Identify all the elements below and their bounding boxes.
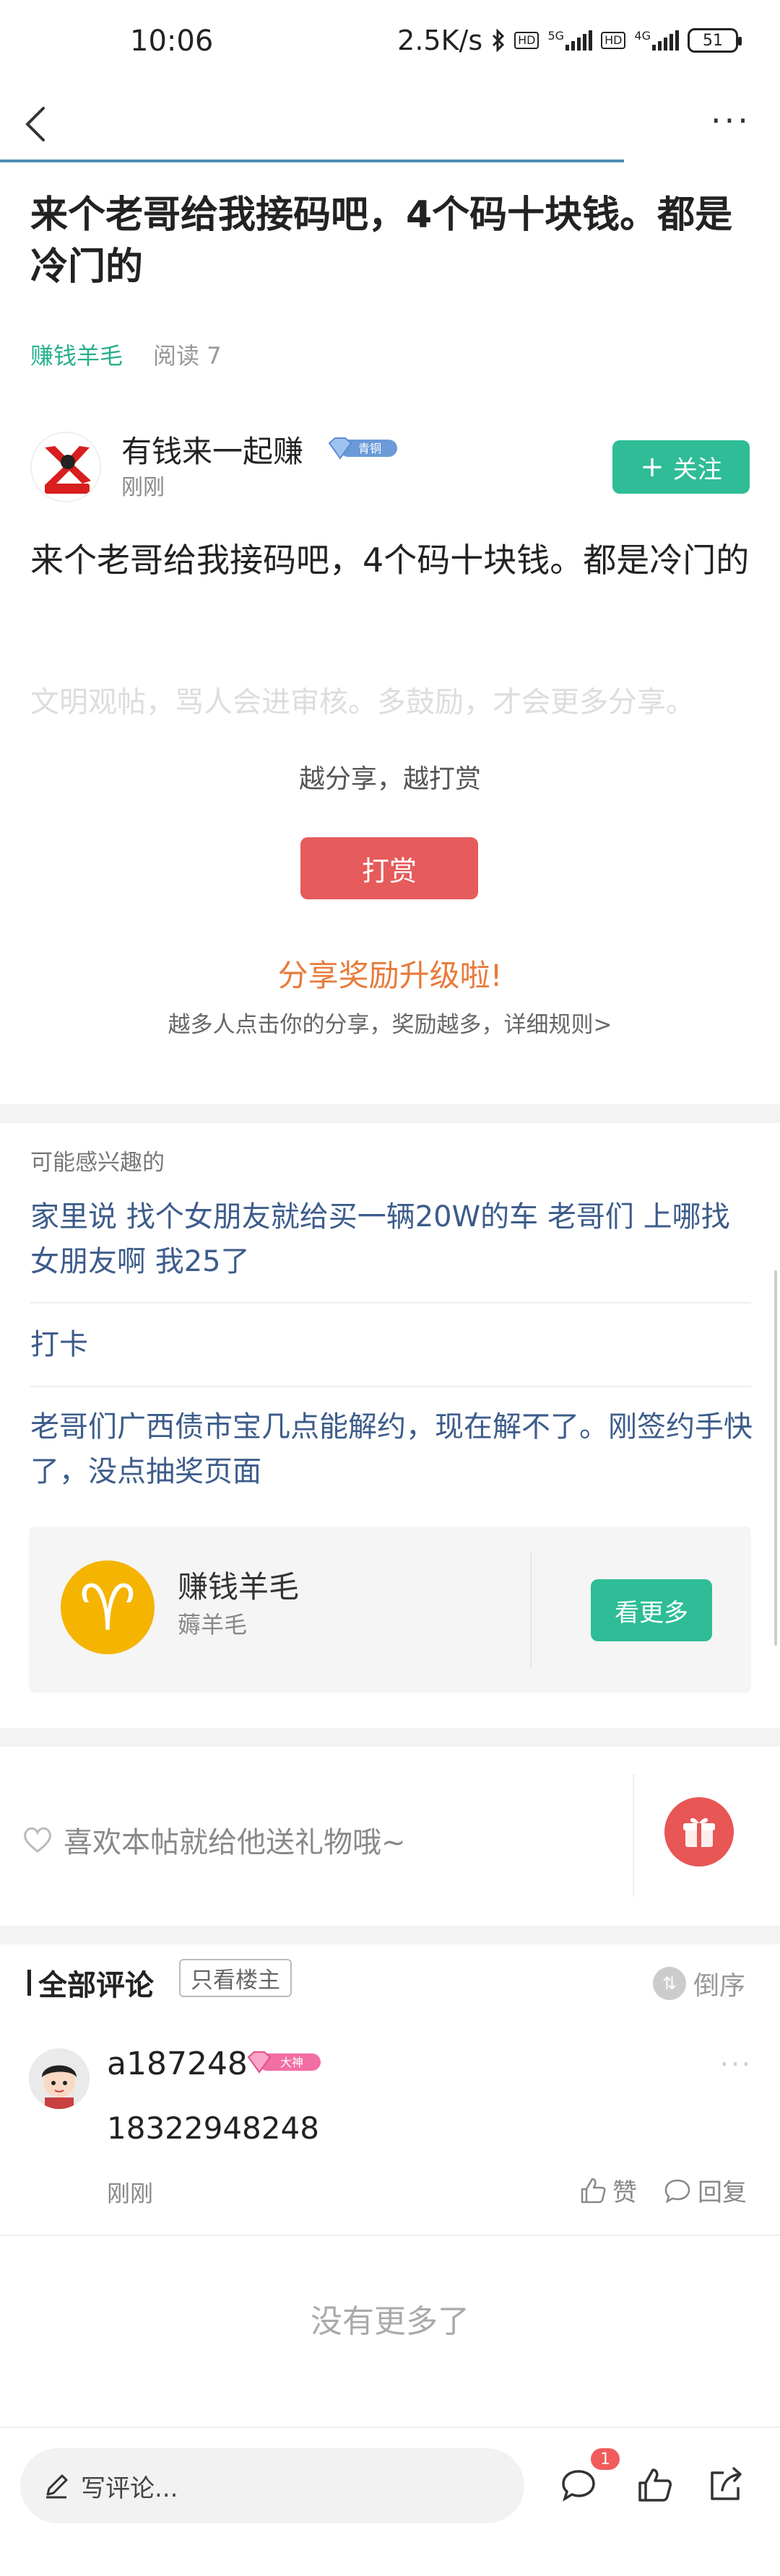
section-divider [0,1104,780,1123]
svg-text:青铜: 青铜 [358,442,381,455]
reward-tagline: 越分享，越打赏 [298,764,481,794]
signal-5g-icon: 5G [547,30,593,51]
only-owner-toggle[interactable]: 只看楼主 [179,1959,292,1997]
gift-hint-text: 喜欢本帖就给他送礼物哦~ [64,1826,406,1859]
more-horizontal-icon: ··· [711,101,751,140]
share-icon [711,2467,742,2500]
reply-button[interactable]: 回复 [663,2173,747,2208]
related-item[interactable]: 老哥们广西债市宝几点能解约，现在解不了。刚签约手快了，没点抽奖页面 [30,1405,753,1494]
related-heading: 可能感兴趣的 [30,1150,165,1176]
network-speed: 2.5K/s [397,25,483,56]
post-time: 刚刚 [121,475,165,500]
gift-icon [683,1817,715,1847]
status-time: 10:06 [130,25,214,58]
level-badge: 大神 [246,2050,322,2074]
reverse-order-button[interactable]: ⇅ 倒序 [653,1965,745,2002]
signal-4g-icon: 4G [634,30,679,51]
diamond-icon: 青铜 [328,437,397,460]
like-post-button[interactable] [631,2461,679,2509]
comment-text: 18322948248 [107,2110,319,2146]
civility-hint: 文明观帖，骂人会进审核。多鼓励，才会更多分享。 [30,686,695,719]
related-item[interactable]: 打卡 [30,1322,753,1367]
share-upgrade-title: 分享奖励升级啦! [277,958,503,993]
more-button[interactable]: ··· [711,104,761,139]
follow-label: 关注 [672,455,722,484]
top-nav: ··· [0,87,780,162]
comments-title: 全部评论 [38,1969,154,2002]
share-button[interactable] [702,2461,750,2509]
reward-button[interactable]: 打赏 [300,837,478,899]
commenter-name[interactable]: a187248 [107,2045,248,2082]
follow-button[interactable]: + 关注 [612,440,750,494]
back-button[interactable] [19,102,53,146]
pencil-icon [46,2474,68,2499]
gift-hint[interactable]: 喜欢本帖就给他送礼物哦~ [22,1819,406,1861]
reverse-label: 倒序 [693,1971,746,2001]
write-comment-placeholder: 写评论... [81,2474,178,2503]
battery-icon: 51 [688,28,742,53]
share-rules-link[interactable]: 越多人点击你的分享，奖励越多，详细规则> [0,1006,780,1039]
circle-name: 赚钱羊毛 [178,1569,300,1604]
like-button[interactable]: 赞 [578,2173,637,2208]
author-name[interactable]: 有钱来一起赚 [121,427,303,471]
comments-button[interactable] [555,2461,602,2509]
post-title: 来个老哥给我接码吧，4个码十块钱。都是冷门的 [30,193,733,289]
write-comment-input[interactable]: 写评论... [20,2448,524,2523]
comment-count-badge: 1 [591,2448,620,2470]
status-icons: 2.5K/s HD 5G HD 4G 51 [397,25,742,56]
thumbs-up-icon [638,2468,672,2502]
app-screen: 10:06 2.5K/s HD 5G HD 4G 51 ··· 来个老哥给我接码… [0,0,780,2576]
like-label: 赞 [612,2178,637,2207]
related-item[interactable]: 家里说 找个女朋友就给买一辆20W的车 老哥们 上哪找女朋友啊 我25了 [30,1195,753,1284]
see-more-button[interactable]: 看更多 [591,1579,712,1641]
scrollbar[interactable] [774,1270,777,1646]
plus-icon: + [640,450,664,484]
hd-badge-2: HD [601,32,626,49]
chat-bubble-icon [664,2179,690,2204]
sort-icon: ⇅ [653,1967,686,2000]
heart-outline-icon [24,1827,51,1853]
vip-badge: 青铜 [326,436,399,460]
reply-label: 回复 [698,2178,747,2207]
comment-more-button[interactable]: ··· [720,2048,753,2080]
no-more-text: 没有更多了 [311,2303,469,2340]
comment-icon [562,2470,595,2502]
svg-text:大神: 大神 [280,2056,303,2069]
divider [633,1774,634,1897]
divider [30,1302,751,1304]
post-meta: 赚钱羊毛 阅读 7 [30,338,222,371]
aries-icon: ♈ [61,1560,155,1654]
status-bar: 10:06 2.5K/s HD 5G HD 4G 51 [0,0,780,87]
section-divider [0,1926,780,1944]
author-avatar-image [32,433,100,501]
bluetooth-icon [493,29,505,52]
divider [30,1386,751,1387]
thumbs-up-icon [581,2178,606,2203]
send-gift-button[interactable] [664,1797,734,1866]
section-divider [0,1728,780,1747]
avatar-image [29,2048,90,2109]
chevron-left-icon [25,107,45,141]
diamond-icon: 大神 [247,2051,321,2074]
reading-progress-bar [0,160,624,162]
circle-subtitle: 薅羊毛 [178,1611,248,1638]
divider [0,2235,780,2236]
post-category-link[interactable]: 赚钱羊毛 [30,338,123,371]
commenter-avatar[interactable] [29,2048,90,2109]
post-body: 来个老哥给我接码吧，4个码十块钱。都是冷门的 [30,541,750,580]
comment-time: 刚刚 [107,2180,154,2207]
read-count: 阅读 7 [153,342,222,370]
author-avatar[interactable] [30,432,101,502]
divider [530,1552,532,1667]
hd-badge: HD [514,32,540,49]
comments-header: 全部评论 [27,1962,154,2004]
